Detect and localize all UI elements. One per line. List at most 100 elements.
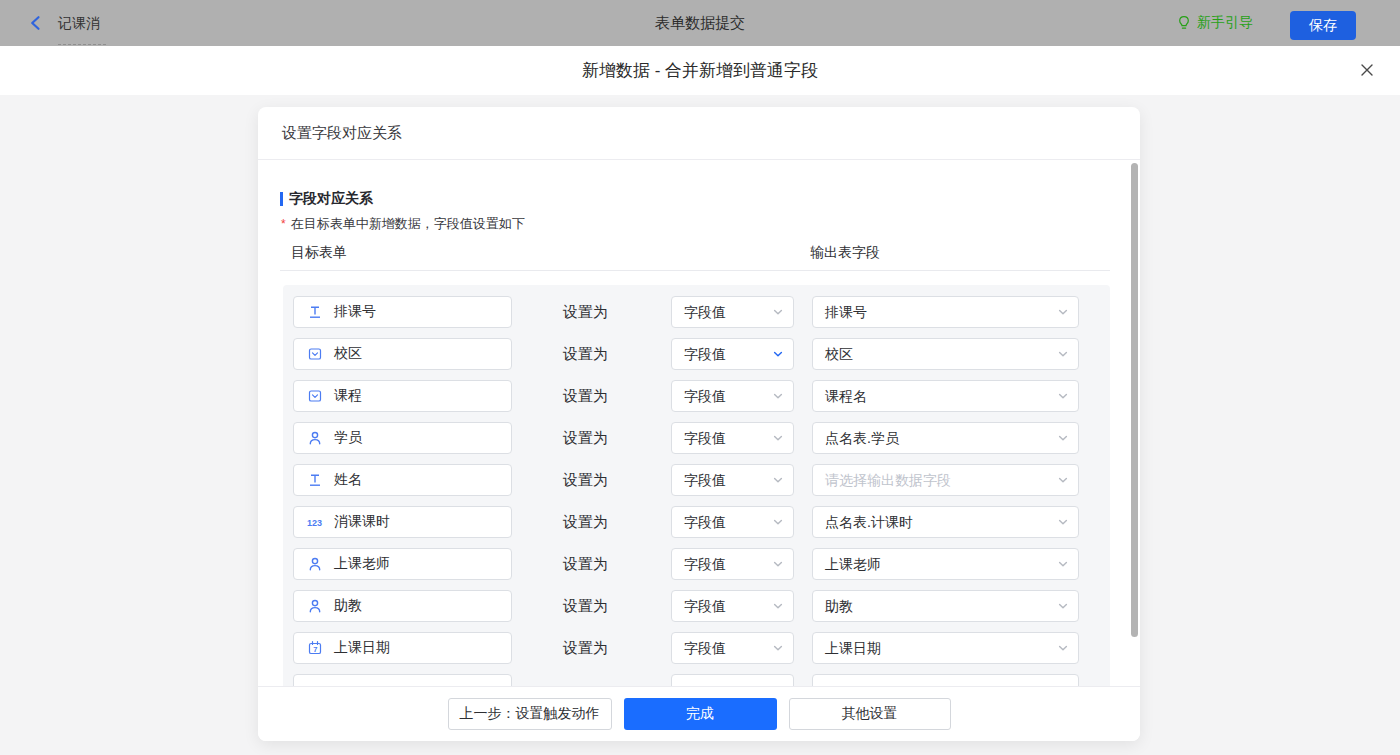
- set-as-label: 设置为: [563, 380, 611, 412]
- output-field-select[interactable]: 助教: [812, 590, 1079, 622]
- target-field-box[interactable]: 123消课课时: [293, 506, 512, 538]
- field-mapping-modal: 设置字段对应关系 字段对应关系 *在目标表单中新增数据，字段值设置如下 目标表单…: [258, 107, 1140, 741]
- chevron-down-icon: [772, 306, 784, 318]
- target-field-label: 姓名: [334, 471, 362, 489]
- target-field-label: 课程: [334, 387, 362, 405]
- modal-header: 设置字段对应关系: [258, 107, 1140, 160]
- chevron-down-icon: [772, 558, 784, 570]
- value-mode-select[interactable]: 字段值: [671, 590, 794, 622]
- target-field-label: 上课老师: [334, 555, 390, 573]
- lightbulb-icon: [1176, 15, 1192, 31]
- section-marker: [280, 192, 283, 206]
- field-mapping-row: 助教 设置为 字段值 助教: [293, 590, 1110, 622]
- output-field-select[interactable]: 上课老师: [812, 548, 1079, 580]
- output-field-select[interactable]: 课程名: [812, 380, 1079, 412]
- value-mode-select[interactable]: 字段值: [671, 296, 794, 328]
- chevron-down-icon: [772, 474, 784, 486]
- top-bar: 记课消 表单数据提交 新手引导 保存: [0, 0, 1400, 46]
- field-mapping-row: 学员 设置为 字段值 点名表.学员: [293, 422, 1110, 454]
- select-field-icon: [307, 346, 325, 362]
- target-field-box[interactable]: 姓名: [293, 464, 512, 496]
- close-button[interactable]: [1358, 61, 1378, 81]
- column-header-output-field: 输出表字段: [810, 244, 880, 262]
- chevron-down-icon: [1057, 558, 1069, 570]
- value-mode-select[interactable]: 字段值: [671, 464, 794, 496]
- chevron-down-icon: [772, 516, 784, 528]
- value-mode-select[interactable]: [671, 674, 794, 686]
- sub-header: 新增数据 - 合并新增到普通字段: [0, 46, 1400, 95]
- output-field-select[interactable]: 点名表.学员: [812, 422, 1079, 454]
- field-mapping-list: 排课号 设置为 字段值 排课号 校区 设置为 字段值 校区 课程 设置为 字段值…: [283, 285, 1110, 686]
- chevron-down-icon: [1057, 516, 1069, 528]
- target-field-box[interactable]: 课程: [293, 380, 512, 412]
- field-mapping-row: 7 上课日期 设置为 字段值 上课日期: [293, 632, 1110, 664]
- svg-text:7: 7: [313, 645, 317, 654]
- field-mapping-row: 排课号 设置为 字段值 排课号: [293, 296, 1110, 328]
- set-as-label: 设置为: [563, 548, 611, 580]
- set-as-label: 设置为: [563, 338, 611, 370]
- chevron-down-icon: [1057, 600, 1069, 612]
- previous-step-button[interactable]: 上一步：设置触发动作: [448, 698, 612, 730]
- target-field-box[interactable]: 排课号: [293, 296, 512, 328]
- chevron-down-icon: [772, 600, 784, 612]
- scrollbar-thumb[interactable]: [1131, 163, 1138, 637]
- chevron-down-icon: [772, 348, 784, 360]
- guide-label: 新手引导: [1197, 14, 1253, 32]
- target-field-box[interactable]: 学员: [293, 422, 512, 454]
- target-field-box[interactable]: 助教: [293, 590, 512, 622]
- save-button[interactable]: 保存: [1290, 11, 1356, 40]
- set-as-label: 设置为: [563, 590, 611, 622]
- field-mapping-row: 123消课课时 设置为 字段值 点名表.计课时: [293, 506, 1110, 538]
- output-field-select[interactable]: 校区: [812, 338, 1079, 370]
- close-icon: [1358, 61, 1376, 79]
- field-mapping-row: [293, 674, 1110, 686]
- done-button[interactable]: 完成: [624, 698, 777, 730]
- target-field-label: 排课号: [334, 303, 376, 321]
- chevron-down-icon: [772, 642, 784, 654]
- set-as-label: 设置为: [563, 506, 611, 538]
- target-field-label: 上课日期: [334, 639, 390, 657]
- output-field-select[interactable]: [812, 674, 1079, 686]
- field-mapping-row: 校区 设置为 字段值 校区: [293, 338, 1110, 370]
- output-field-select[interactable]: 请选择输出数据字段: [812, 464, 1079, 496]
- user-field-icon: [307, 430, 325, 446]
- note-text: 在目标表单中新增数据，字段值设置如下: [291, 216, 525, 231]
- chevron-down-icon: [1057, 474, 1069, 486]
- value-mode-select[interactable]: 字段值: [671, 506, 794, 538]
- column-header-target-form: 目标表单: [291, 244, 347, 262]
- set-as-label: 设置为: [563, 422, 611, 454]
- output-field-select[interactable]: 上课日期: [812, 632, 1079, 664]
- value-mode-select[interactable]: 字段值: [671, 632, 794, 664]
- set-as-label: 设置为: [563, 296, 611, 328]
- value-mode-select[interactable]: 字段值: [671, 338, 794, 370]
- field-mapping-row: 课程 设置为 字段值 课程名: [293, 380, 1110, 412]
- chevron-down-icon: [1057, 642, 1069, 654]
- user-field-icon: [307, 556, 325, 572]
- number-field-icon: 123: [307, 514, 325, 530]
- chevron-down-icon: [1057, 306, 1069, 318]
- target-field-box[interactable]: 上课老师: [293, 548, 512, 580]
- chevron-down-icon: [772, 432, 784, 444]
- beginner-guide-link[interactable]: 新手引导: [1176, 0, 1253, 46]
- modal-footer: 上一步：设置触发动作 完成 其他设置: [258, 686, 1140, 741]
- section-heading: 字段对应关系: [280, 190, 373, 208]
- set-as-label: 设置为: [563, 464, 611, 496]
- target-field-box[interactable]: [293, 674, 512, 686]
- value-mode-select[interactable]: 字段值: [671, 422, 794, 454]
- value-mode-select[interactable]: 字段值: [671, 380, 794, 412]
- text-field-icon: [307, 304, 325, 320]
- user-field-icon: [307, 598, 325, 614]
- text-field-icon: [307, 472, 325, 488]
- dialog-title: 新增数据 - 合并新增到普通字段: [0, 46, 1400, 95]
- modal-body: 字段对应关系 *在目标表单中新增数据，字段值设置如下 目标表单 输出表字段 排课…: [258, 161, 1140, 686]
- set-as-label: 设置为: [563, 632, 611, 664]
- output-field-select[interactable]: 点名表.计课时: [812, 506, 1079, 538]
- value-mode-select[interactable]: 字段值: [671, 548, 794, 580]
- field-mapping-row: 姓名 设置为 字段值 请选择输出数据字段: [293, 464, 1110, 496]
- date-field-icon: 7: [307, 640, 325, 656]
- output-field-select[interactable]: 排课号: [812, 296, 1079, 328]
- target-field-box[interactable]: 校区: [293, 338, 512, 370]
- target-field-box[interactable]: 7 上课日期: [293, 632, 512, 664]
- target-field-label: 学员: [334, 429, 362, 447]
- other-settings-button[interactable]: 其他设置: [789, 698, 951, 730]
